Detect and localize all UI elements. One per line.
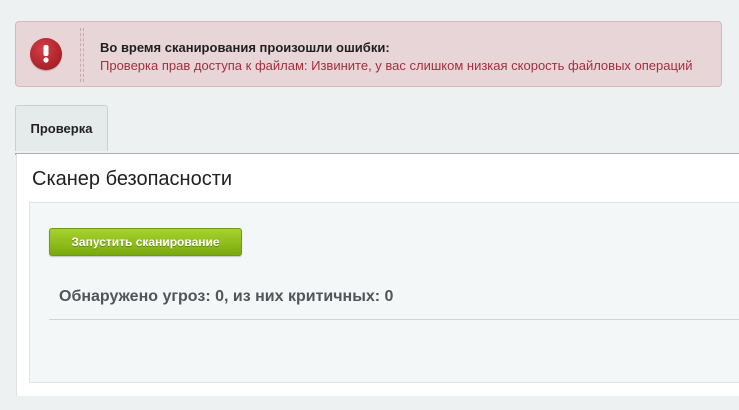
tab-check[interactable]: Проверка [15, 105, 108, 151]
threats-summary: Обнаружено угроз: 0, из них критичных: 0 [59, 288, 394, 305]
error-divider [83, 28, 84, 82]
exclamation-icon [30, 38, 62, 70]
page-title: Сканер безопасности [32, 168, 233, 190]
scan-box: Запустить сканирование Обнаружено угроз:… [29, 202, 739, 383]
scanner-panel: Сканер безопасности Запустить сканирован… [16, 154, 739, 396]
divider [49, 319, 739, 320]
error-message: Проверка прав доступа к файлам: Извините… [100, 58, 693, 73]
security-scanner-page: Во время сканирования произошли ошибки: … [0, 0, 739, 410]
error-title: Во время сканирования произошли ошибки: [100, 40, 390, 55]
error-divider [80, 28, 81, 82]
error-banner: Во время сканирования произошли ошибки: … [15, 21, 722, 87]
start-scan-button[interactable]: Запустить сканирование [49, 228, 242, 256]
tab-bar: Проверка [15, 105, 739, 155]
